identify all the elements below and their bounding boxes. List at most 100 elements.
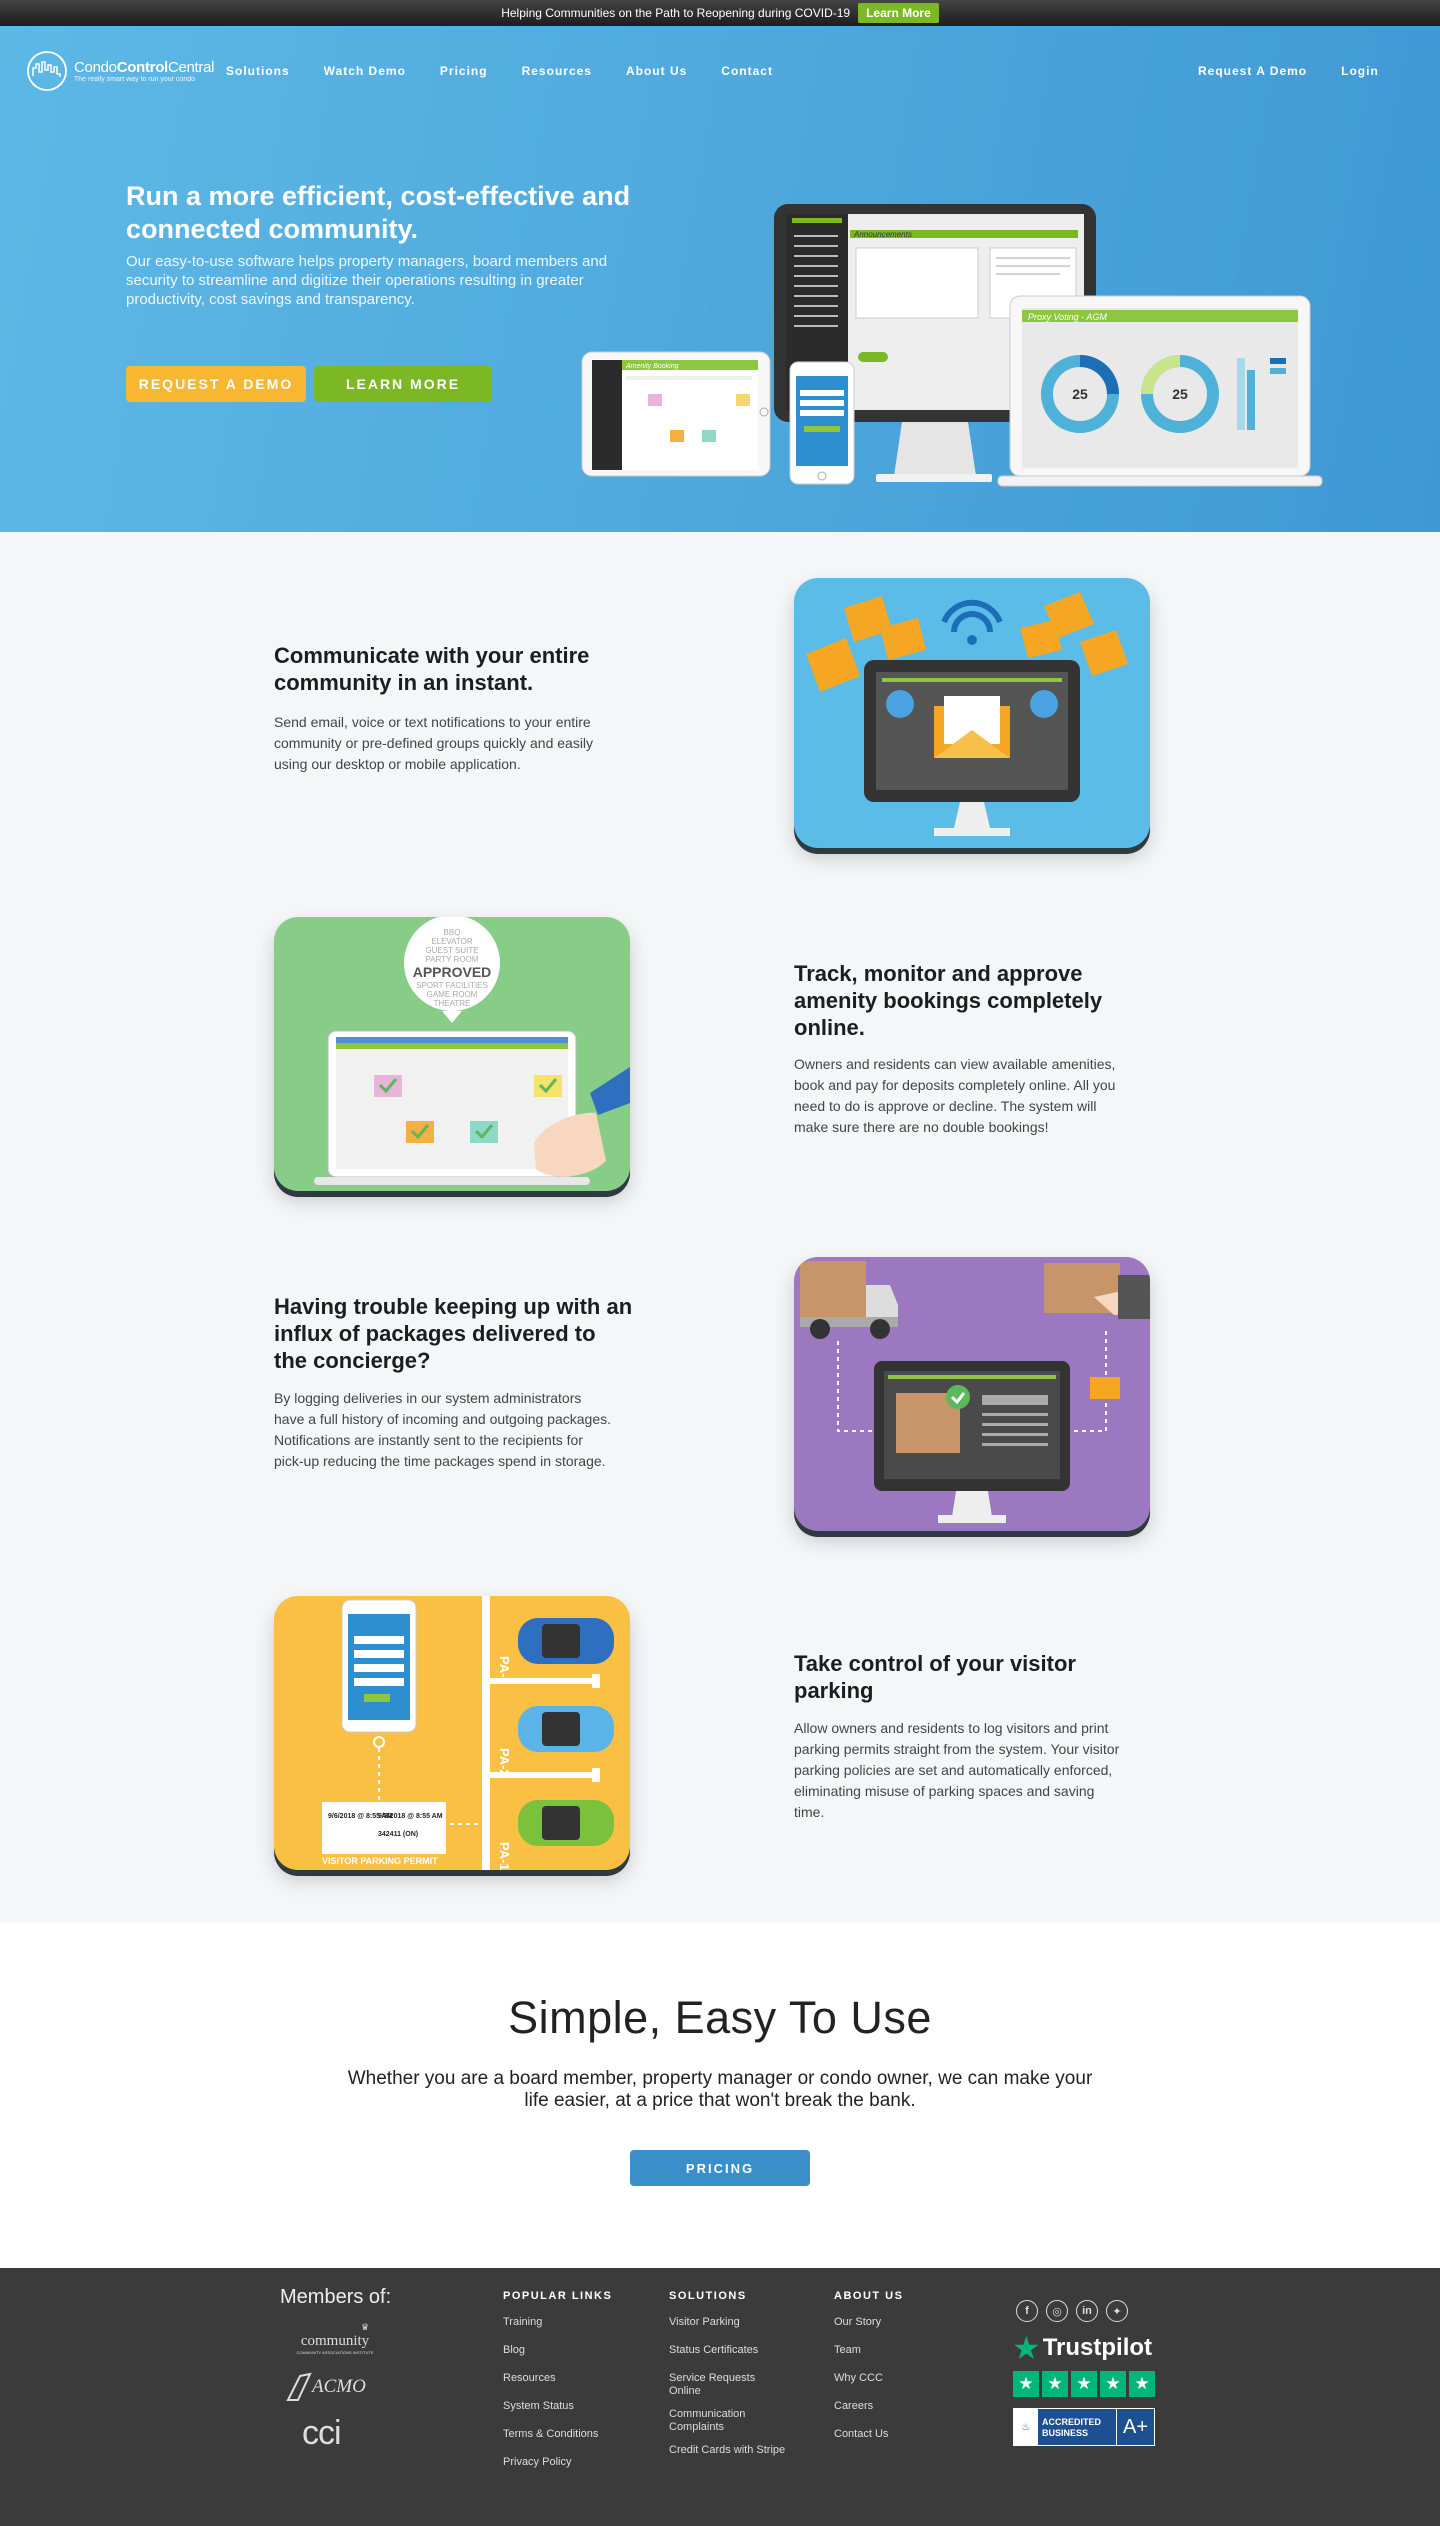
amenity-list-sport: SPORT FACILITIES [416, 981, 488, 990]
nav-login[interactable]: Login [1341, 64, 1379, 78]
bbb-badge[interactable]: ♨ ACCREDITED BUSINESS A+ [1013, 2408, 1155, 2446]
simple-title: Simple, Easy To Use [508, 1992, 932, 2043]
banner-learn-more-button[interactable]: Learn More [858, 3, 939, 23]
devices-illustration: Announcements Proxy Voting - AGM 25 25 A… [581, 204, 1323, 487]
amenity-booking-illustration: BBQ ELEVATOR GUEST SUITE PARTY ROOM APPR… [274, 917, 630, 1191]
nav-resources[interactable]: Resources [522, 64, 592, 78]
footer-link-service-requests[interactable]: Service Requests Online [669, 2372, 769, 2398]
nav-watch-demo[interactable]: Watch Demo [324, 64, 406, 78]
bbb-torch-icon: ♨ [1014, 2409, 1038, 2445]
footer-link-contact-us[interactable]: Contact Us [834, 2428, 888, 2441]
linkedin-icon[interactable]: in [1076, 2300, 1098, 2322]
simple-section: Simple, Easy To Use Whether you are a bo… [0, 1922, 1440, 2268]
covid-banner: Helping Communities on the Path to Reope… [0, 0, 1440, 26]
simple-text: Whether you are a board member, property… [347, 2068, 1093, 2111]
rating-star-icon: ★ [1013, 2371, 1039, 2397]
cai-logo: ♛ community community associations insti… [296, 2322, 374, 2355]
feature-amenity-title: Track, monitor and approve amenity booki… [794, 961, 1103, 1040]
learn-more-button[interactable]: LEARN MORE [314, 366, 492, 402]
rating-star-icon: ★ [1100, 2371, 1126, 2397]
account-nav: Request A Demo Login [1198, 26, 1379, 116]
announcements-screen-title: Announcements [853, 230, 912, 239]
logo-tagline: The really smart way to run your condo [74, 76, 195, 83]
communicate-illustration [794, 578, 1150, 848]
rating-star-icon: ★ [1071, 2371, 1097, 2397]
feature-packages-title: Having trouble keeping up with an influx… [274, 1294, 633, 1373]
feature-parking-text: Allow owners and residents to log visito… [794, 1720, 1120, 1820]
pricing-button[interactable]: PRICING [630, 2150, 810, 2186]
permit-plate: 342411 (ON) [378, 1831, 418, 1838]
footer-link-privacy[interactable]: Privacy Policy [503, 2456, 571, 2469]
footer-link-training[interactable]: Training [503, 2316, 542, 2329]
popular-links-heading: POPULAR LINKS [503, 2290, 613, 2302]
permit-date-b: 9/8/2018 @ 8:55 AM [378, 1813, 443, 1820]
logo-text-central: Central [167, 59, 215, 76]
amenity-list-guest-suite: GUEST SUITE [425, 946, 478, 955]
popular-links-column: POPULAR LINKS Training Blog Resources Sy… [503, 2290, 613, 2468]
about-column: ABOUT US Our Story Team Why CCC Careers … [834, 2290, 954, 2440]
spot-label-pa1: PA-1 [497, 1842, 512, 1870]
rating-star-icon: ★ [1042, 2371, 1068, 2397]
banner-text: Helping Communities on the Path to Reope… [501, 6, 851, 20]
nav-contact[interactable]: Contact [721, 64, 773, 78]
about-heading: ABOUT US [834, 2290, 904, 2302]
amenity-list-party-room: PARTY ROOM [426, 955, 479, 964]
trustpilot-rating: ★ ★ ★ ★ ★ [1013, 2371, 1155, 2397]
logo-text-control: Control [116, 59, 169, 76]
logo[interactable]: CondoControlCentral The really smart way… [26, 50, 215, 92]
visitor-parking-illustration: 9/6/2018 @ 8:55 AM 9/8/2018 @ 8:55 AM 34… [274, 1596, 630, 1870]
permit-label: VISITOR PARKING PERMIT [322, 1856, 438, 1866]
feature-amenity-text: Owners and residents can view available … [794, 1056, 1116, 1135]
donut-label-2: 25 [1172, 386, 1188, 402]
feature-parking-title: Take control of your visitor parking [794, 1651, 1076, 1703]
nav-request-demo[interactable]: Request A Demo [1198, 64, 1307, 78]
footer-link-visitor-parking[interactable]: Visitor Parking [669, 2316, 809, 2329]
spot-label-pa3: PA-3 [497, 1656, 512, 1685]
feature-communicate-title: Communicate with your entire community i… [274, 643, 590, 695]
donut-label-1: 25 [1072, 386, 1088, 402]
members-title: Members of: [280, 2286, 392, 2308]
approved-stamp: APPROVED [413, 964, 492, 980]
cci-logo: cci [302, 2414, 342, 2452]
footer-link-communication-complaints[interactable]: Communication Complaints [669, 2408, 769, 2434]
solutions-heading: SOLUTIONS [669, 2290, 747, 2302]
request-demo-button[interactable]: REQUEST A DEMO [126, 366, 306, 402]
rating-star-icon: ★ [1129, 2371, 1155, 2397]
solutions-column: SOLUTIONS Visitor Parking Status Certifi… [669, 2290, 809, 2456]
footer-link-credit-cards[interactable]: Credit Cards with Stripe [669, 2444, 809, 2457]
trustpilot-logo[interactable]: ★ Trustpilot [1012, 2332, 1152, 2364]
footer-link-system-status[interactable]: System Status [503, 2400, 574, 2413]
nav-about-us[interactable]: About Us [626, 64, 687, 78]
amenity-list-game-room: GAME ROOM [427, 990, 478, 999]
amenity-list-theatre: THEATRE [434, 999, 471, 1008]
hero-subtitle: Our easy-to-use software helps property … [126, 253, 608, 308]
feature-communicate-text: Send email, voice or text notifications … [274, 714, 594, 772]
hero-title: Run a more efficient, cost-effective and… [126, 181, 631, 244]
proxy-screen-title: Proxy Voting - AGM [1028, 312, 1107, 322]
nav-pricing[interactable]: Pricing [440, 64, 488, 78]
packages-illustration [794, 1257, 1150, 1531]
amenity-screen-title: Amenity Booking [625, 363, 679, 370]
footer-link-status-certificates[interactable]: Status Certificates [669, 2344, 809, 2357]
footer-link-why-ccc[interactable]: Why CCC [834, 2372, 883, 2385]
acmo-logo: ACMO [286, 2372, 366, 2402]
facebook-icon[interactable]: f [1016, 2300, 1038, 2322]
amenity-list-elevator: ELEVATOR [431, 937, 473, 946]
nav-solutions[interactable]: Solutions [226, 64, 290, 78]
main-nav: Solutions Watch Demo Pricing Resources A… [226, 26, 807, 116]
footer-link-our-story[interactable]: Our Story [834, 2316, 881, 2329]
footer-link-team[interactable]: Team [834, 2344, 861, 2357]
footer-link-careers[interactable]: Careers [834, 2400, 873, 2413]
feature-packages-text: By logging deliveries in our system admi… [274, 1390, 611, 1469]
footer-link-terms[interactable]: Terms & Conditions [503, 2428, 598, 2441]
twitter-icon[interactable]: ✦ [1106, 2300, 1128, 2322]
footer-link-blog[interactable]: Blog [503, 2344, 525, 2357]
instagram-icon[interactable]: ◎ [1046, 2300, 1068, 2322]
logo-text-condo: Condo [74, 59, 117, 76]
logo-skyline-icon [27, 51, 67, 91]
footer: Members of: ♛ community community associ… [0, 2268, 1440, 2526]
trustpilot-star-icon: ★ [1012, 2330, 1041, 2366]
footer-link-resources[interactable]: Resources [503, 2372, 556, 2385]
spot-label-pa2: PA-2 [497, 1748, 512, 1777]
amenity-list-bbq: BBQ [444, 928, 461, 937]
